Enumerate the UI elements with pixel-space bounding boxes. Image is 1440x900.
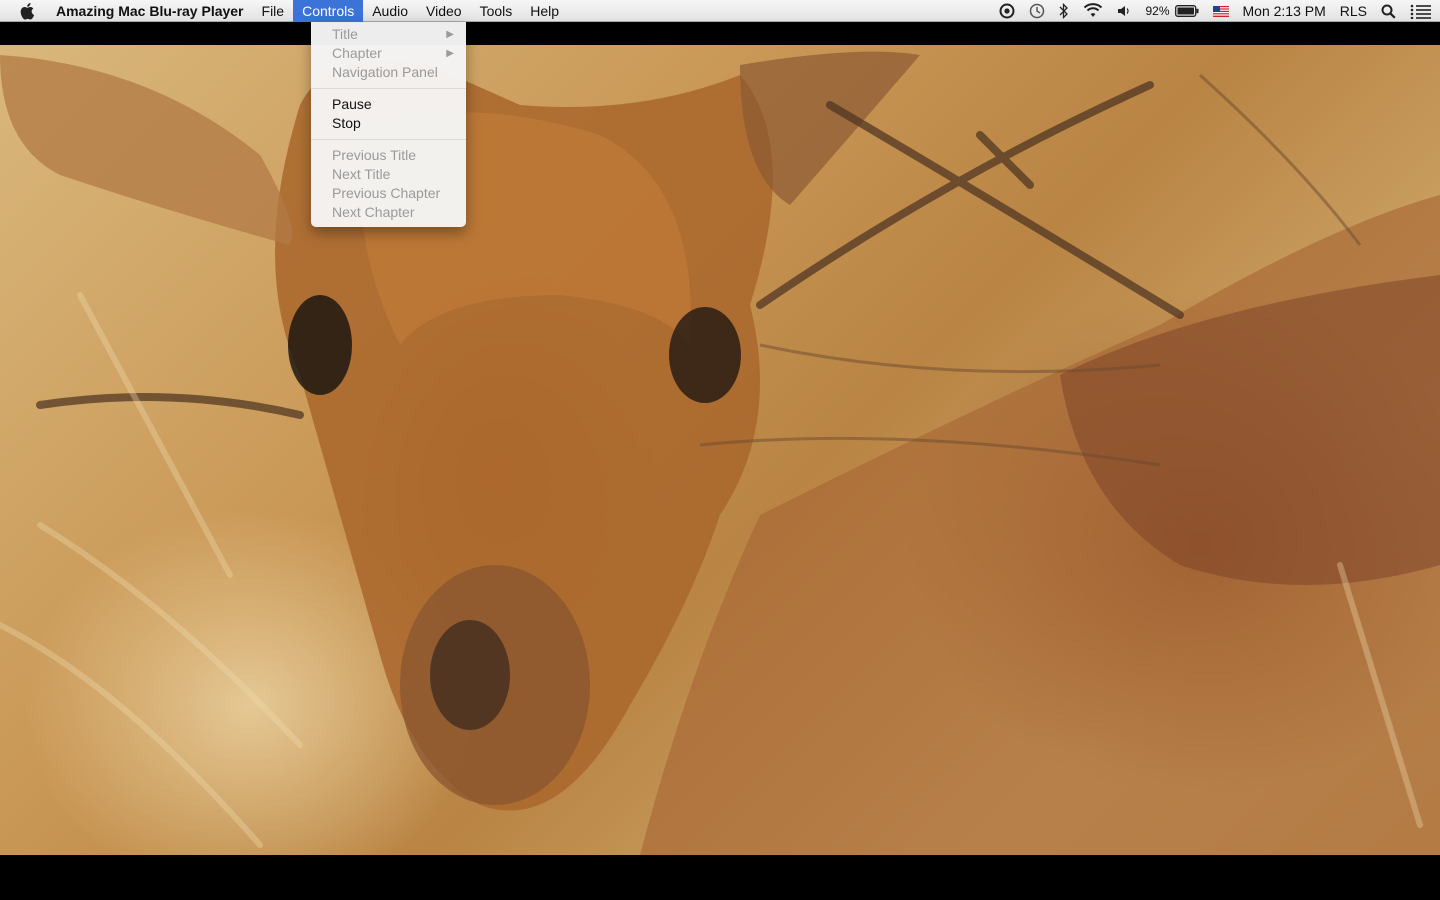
- video-content: [0, 51, 1440, 855]
- menu-item-label: Next Chapter: [332, 204, 415, 220]
- submenu-arrow-icon: ▶: [446, 29, 454, 40]
- bluetooth-icon[interactable]: [1059, 3, 1069, 19]
- menu-item-stop[interactable]: Stop: [311, 114, 466, 133]
- menu-separator: [311, 139, 466, 140]
- menu-item-chapter[interactable]: Chapter ▶: [311, 44, 466, 63]
- notification-center-icon[interactable]: [1410, 4, 1432, 19]
- battery-percent: 92%: [1145, 4, 1170, 18]
- clock[interactable]: Mon 2:13 PM: [1243, 3, 1326, 19]
- menu-audio[interactable]: Audio: [363, 0, 417, 22]
- menu-item-label: Next Title: [332, 166, 391, 182]
- app-name-menu[interactable]: Amazing Mac Blu-ray Player: [56, 0, 253, 22]
- battery-status[interactable]: 92%: [1145, 4, 1198, 18]
- spotlight-icon[interactable]: [1381, 4, 1396, 19]
- controls-dropdown-menu: Title ▶ Chapter ▶ Navigation Panel Pause Stop P…: [311, 22, 466, 227]
- screen-recorder-icon[interactable]: [999, 3, 1015, 19]
- menu-help[interactable]: Help: [521, 0, 568, 22]
- volume-icon[interactable]: [1117, 4, 1131, 18]
- menu-file[interactable]: File: [253, 0, 294, 22]
- menu-tools[interactable]: Tools: [471, 0, 522, 22]
- menu-item-navigation-panel[interactable]: Navigation Panel: [311, 63, 466, 82]
- us-flag-icon[interactable]: [1212, 5, 1229, 17]
- menu-item-previous-chapter[interactable]: Previous Chapter: [311, 184, 466, 203]
- menu-bar: Amazing Mac Blu-ray Player File Controls…: [0, 0, 1440, 22]
- menu-separator: [311, 88, 466, 89]
- user-name[interactable]: RLS: [1340, 3, 1367, 19]
- apple-menu-icon[interactable]: [0, 0, 56, 22]
- menu-item-label: Previous Chapter: [332, 185, 441, 201]
- menu-item-label: Navigation Panel: [332, 64, 438, 80]
- menu-controls[interactable]: Controls: [293, 0, 364, 22]
- menu-item-next-chapter[interactable]: Next Chapter: [311, 203, 466, 222]
- submenu-arrow-icon: ▶: [446, 48, 454, 59]
- menu-item-label: Chapter: [332, 45, 382, 61]
- menu-item-label: Pause: [332, 96, 372, 112]
- menu-item-previous-title[interactable]: Previous Title: [311, 146, 466, 165]
- battery-icon: [1174, 5, 1198, 17]
- menu-item-label: Previous Title: [332, 147, 417, 163]
- menu-item-label: Stop: [332, 115, 361, 131]
- video-frame[interactable]: [0, 45, 1440, 855]
- menu-item-pause[interactable]: Pause: [311, 95, 466, 114]
- menu-video[interactable]: Video: [417, 0, 471, 22]
- menu-item-label: Title: [332, 26, 358, 42]
- menu-item-title[interactable]: Title ▶: [311, 25, 466, 44]
- time-machine-icon[interactable]: [1029, 3, 1045, 19]
- menu-item-next-title[interactable]: Next Title: [311, 165, 466, 184]
- wifi-icon[interactable]: [1083, 3, 1103, 19]
